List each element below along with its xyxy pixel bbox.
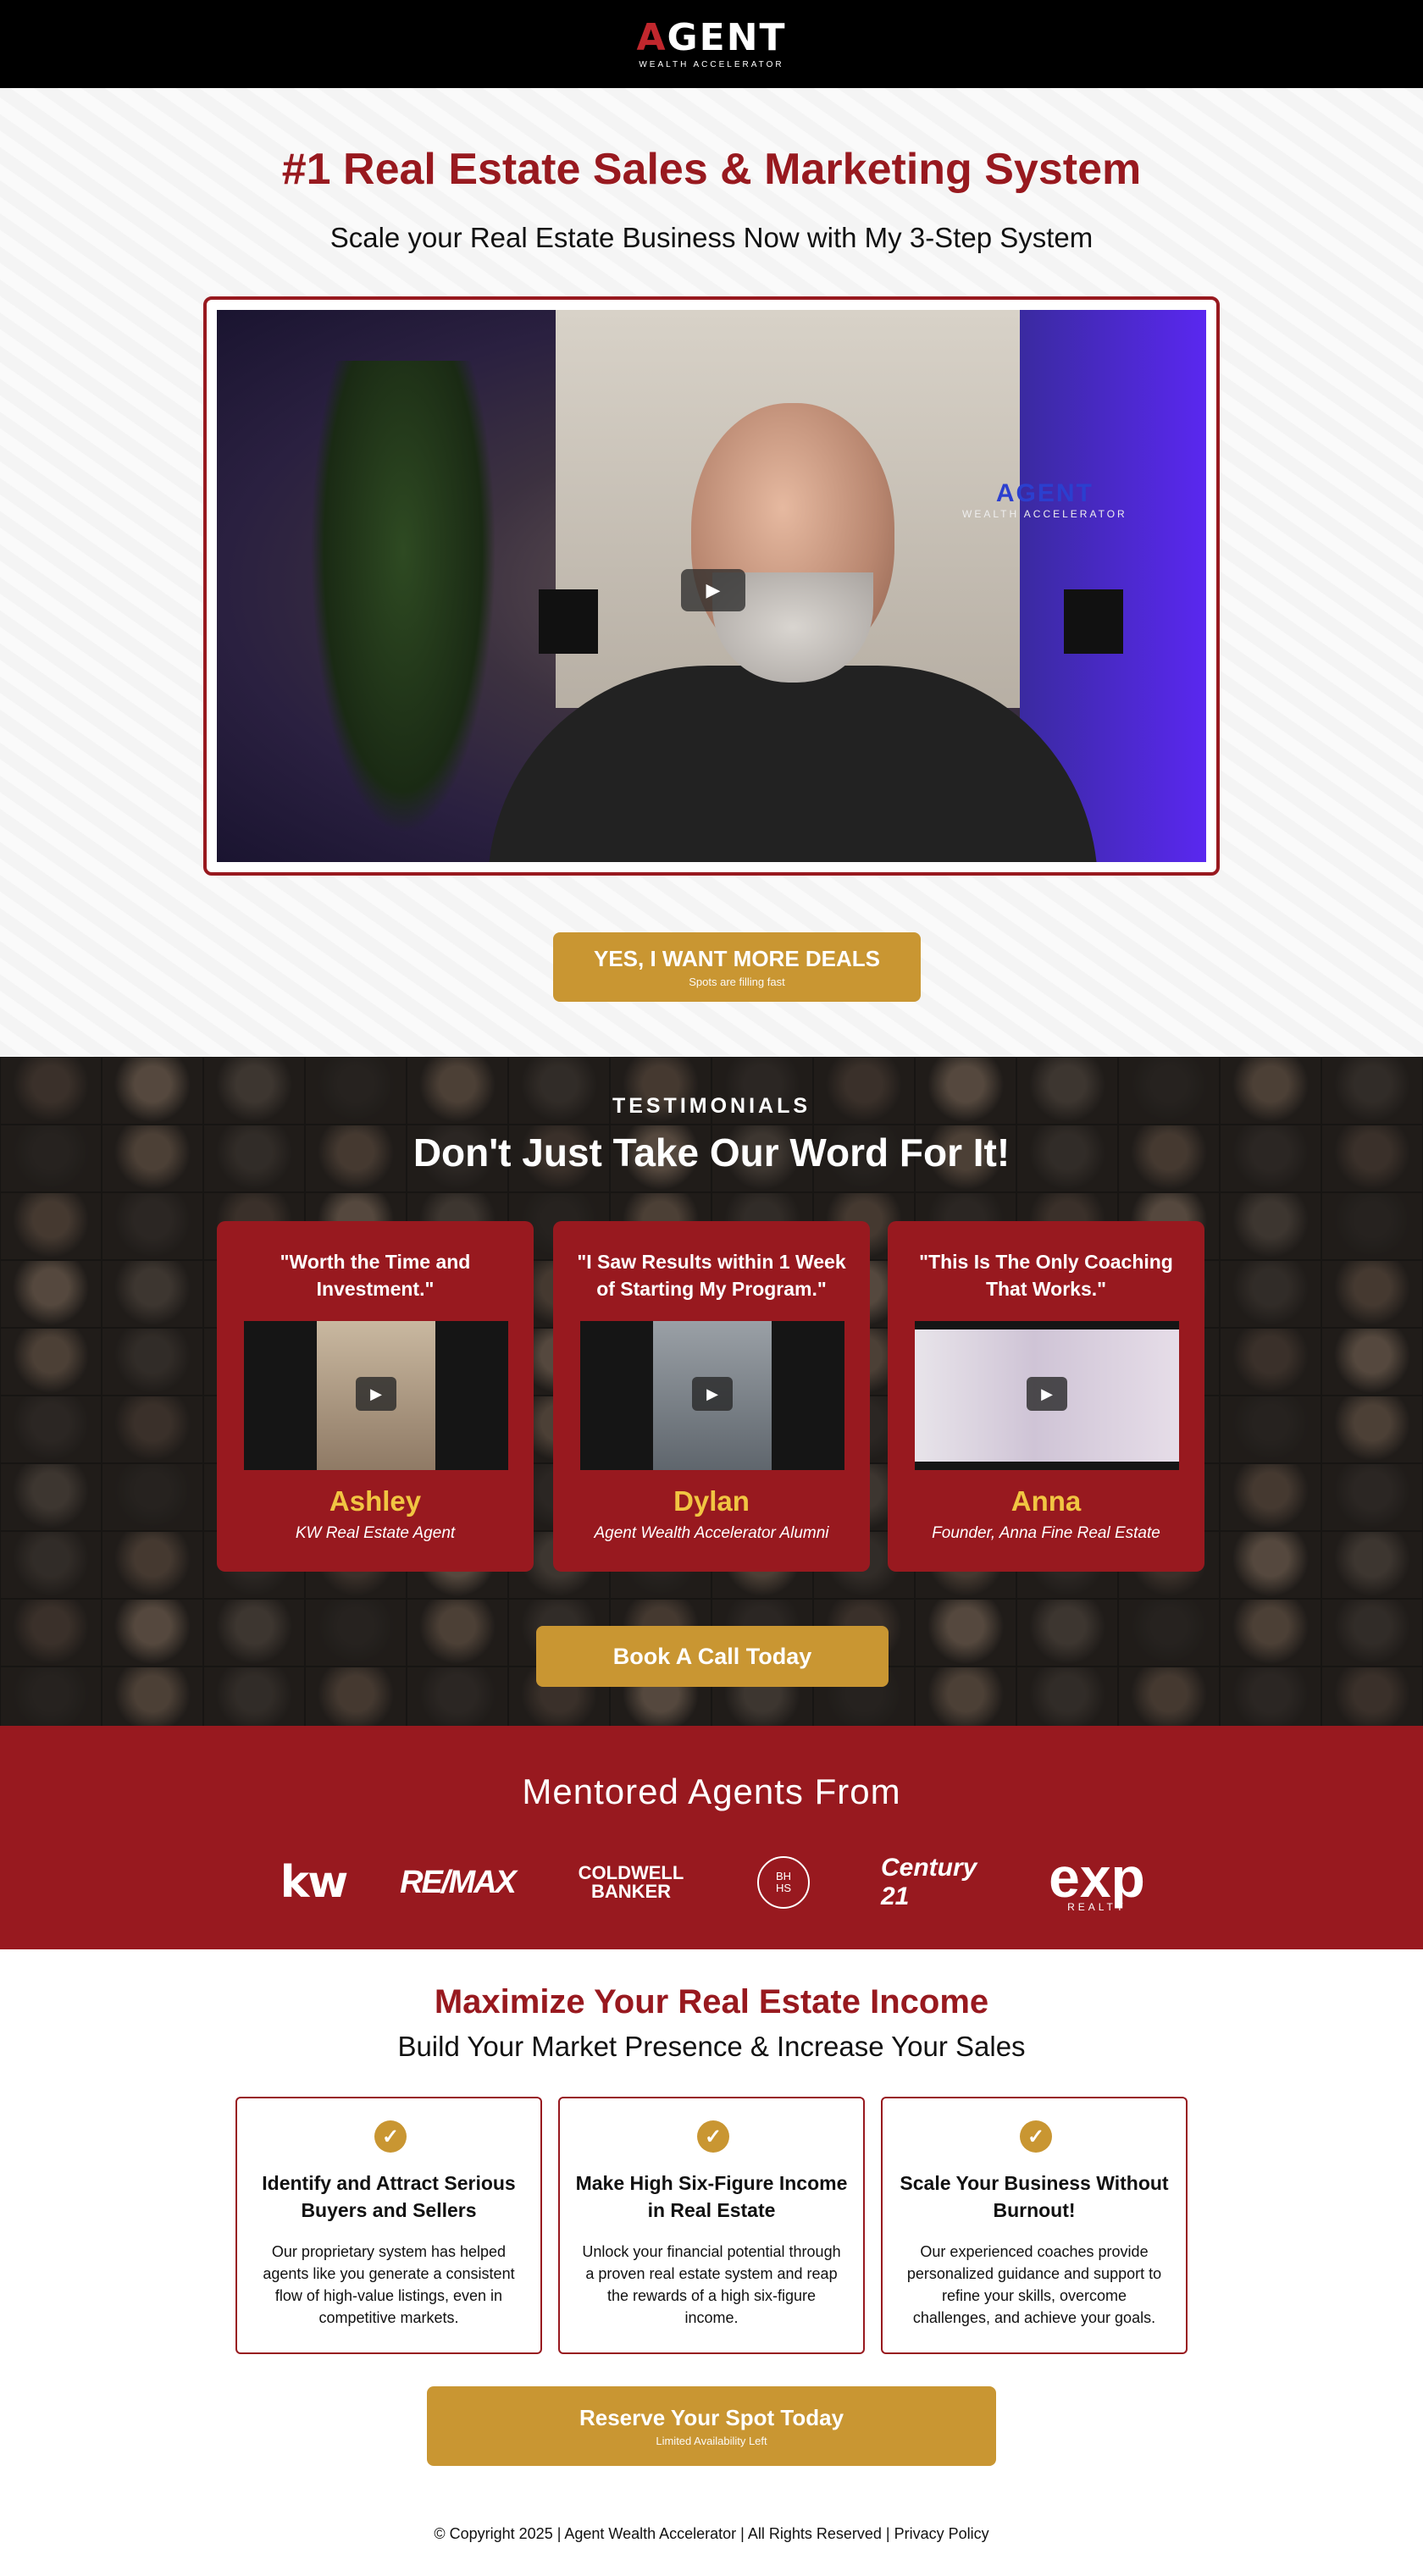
feature-body: Our experienced coaches provide personal… [906, 2243, 1162, 2326]
coldwell-banker-logo: COLDWELL BANKER [578, 1862, 684, 1902]
exp-realty-logo: exp REALTY [1049, 1846, 1145, 1913]
testimonials-kicker: TESTIMONIALS [612, 1094, 811, 1118]
feature-card: ✓ Identify and Attract Serious Buyers an… [235, 2097, 542, 2354]
testimonial-video[interactable]: ▶ [244, 1321, 508, 1470]
video-lamp [1064, 589, 1123, 654]
mentored-agents-section: Mentored Agents From kw RE/MAX COLDWELL … [0, 1726, 1423, 1949]
remax-logo: RE/MAX [400, 1864, 517, 1900]
want-more-deals-button[interactable]: YES, I WANT MORE DEALS Spots are filling… [553, 932, 921, 1002]
century21-logo: Century 21 [881, 1854, 977, 1910]
bhhs-logo: BH HS [757, 1856, 810, 1909]
hero-video-frame: AGENT WEALTH ACCELERATOR ▶ [203, 296, 1220, 876]
testimonial-name: Anna [1010, 1485, 1082, 1517]
check-icon: ✓ [697, 2120, 729, 2153]
hero-section: #1 Real Estate Sales & Marketing System … [0, 88, 1423, 1057]
feature-card: ✓ Make High Six-Figure Income in Real Es… [558, 2097, 865, 2354]
logo-wordmark: AGENT [636, 15, 787, 59]
testimonial-name: Ashley [329, 1485, 422, 1517]
book-a-call-button[interactable]: Book A Call Today [536, 1626, 889, 1687]
feature-body: Unlock your financial potential through … [582, 2243, 841, 2326]
testimonial-card: "I Saw Results within 1 Week of Starting… [553, 1221, 870, 1572]
feature-card: ✓ Scale Your Business Without Burnout! O… [881, 2097, 1188, 2354]
video-wall-logo: AGENT WEALTH ACCELERATOR [962, 479, 1127, 520]
testimonials-section: TESTIMONIALS Don't Just Take Our Word Fo… [0, 1057, 1423, 1726]
play-icon[interactable]: ▶ [356, 1377, 396, 1411]
hero-video-player[interactable]: AGENT WEALTH ACCELERATOR ▶ [217, 310, 1206, 862]
testimonial-video[interactable]: ▶ [580, 1321, 844, 1470]
video-plant [310, 361, 496, 835]
feature-title: Identify and Attract Serious Buyers and … [262, 2172, 516, 2221]
maximize-title: Maximize Your Real Estate Income [434, 1983, 989, 2020]
testimonial-card: "This Is The Only Coaching That Works." … [888, 1221, 1204, 1572]
mentored-agents-title: Mentored Agents From [522, 1772, 901, 1811]
testimonial-quote: "I Saw Results within 1 Week of Starting… [577, 1251, 846, 1300]
maximize-subtitle: Build Your Market Presence & Increase Yo… [397, 2031, 1026, 2062]
footer-copyright[interactable]: © Copyright 2025 | Agent Wealth Accelera… [0, 2525, 1423, 2543]
testimonial-video[interactable]: ▶ [915, 1321, 1179, 1470]
play-icon[interactable]: ▶ [681, 569, 745, 611]
testimonial-quote: "Worth the Time and Investment." [280, 1251, 471, 1300]
agent-wealth-accelerator-logo[interactable]: AGENT WEALTH ACCELERATOR [636, 19, 786, 69]
testimonials-title: Don't Just Take Our Word For It! [413, 1130, 1010, 1175]
testimonial-role: Founder, Anna Fine Real Estate [932, 1524, 1160, 1542]
feature-title: Scale Your Business Without Burnout! [900, 2172, 1169, 2221]
testimonial-role: KW Real Estate Agent [295, 1524, 456, 1542]
video-lamp [539, 589, 598, 654]
play-icon[interactable]: ▶ [692, 1377, 733, 1411]
kw-logo: kw [280, 1857, 349, 1908]
reserve-your-spot-button[interactable]: Reserve Your Spot Today Limited Availabi… [427, 2386, 996, 2466]
play-icon[interactable]: ▶ [1027, 1377, 1067, 1411]
testimonial-quote: "This Is The Only Coaching That Works." [919, 1251, 1173, 1300]
maximize-income-section: Maximize Your Real Estate Income Build Y… [0, 1949, 1423, 2576]
feature-body: Our proprietary system has helped agents… [263, 2243, 515, 2326]
check-icon: ✓ [1020, 2120, 1052, 2153]
testimonial-role: Agent Wealth Accelerator Alumni [594, 1524, 829, 1542]
feature-title: Make High Six-Figure Income in Real Esta… [575, 2172, 848, 2221]
hero-subtitle: Scale your Real Estate Business Now with… [329, 222, 1094, 253]
top-bar: AGENT WEALTH ACCELERATOR [0, 0, 1423, 88]
hero-title: #1 Real Estate Sales & Marketing System [281, 145, 1142, 194]
testimonial-card: "Worth the Time and Investment." ▶ Ashle… [217, 1221, 534, 1572]
logo-subtitle: WEALTH ACCELERATOR [639, 59, 784, 69]
check-icon: ✓ [374, 2120, 407, 2153]
testimonial-name: Dylan [673, 1485, 750, 1517]
